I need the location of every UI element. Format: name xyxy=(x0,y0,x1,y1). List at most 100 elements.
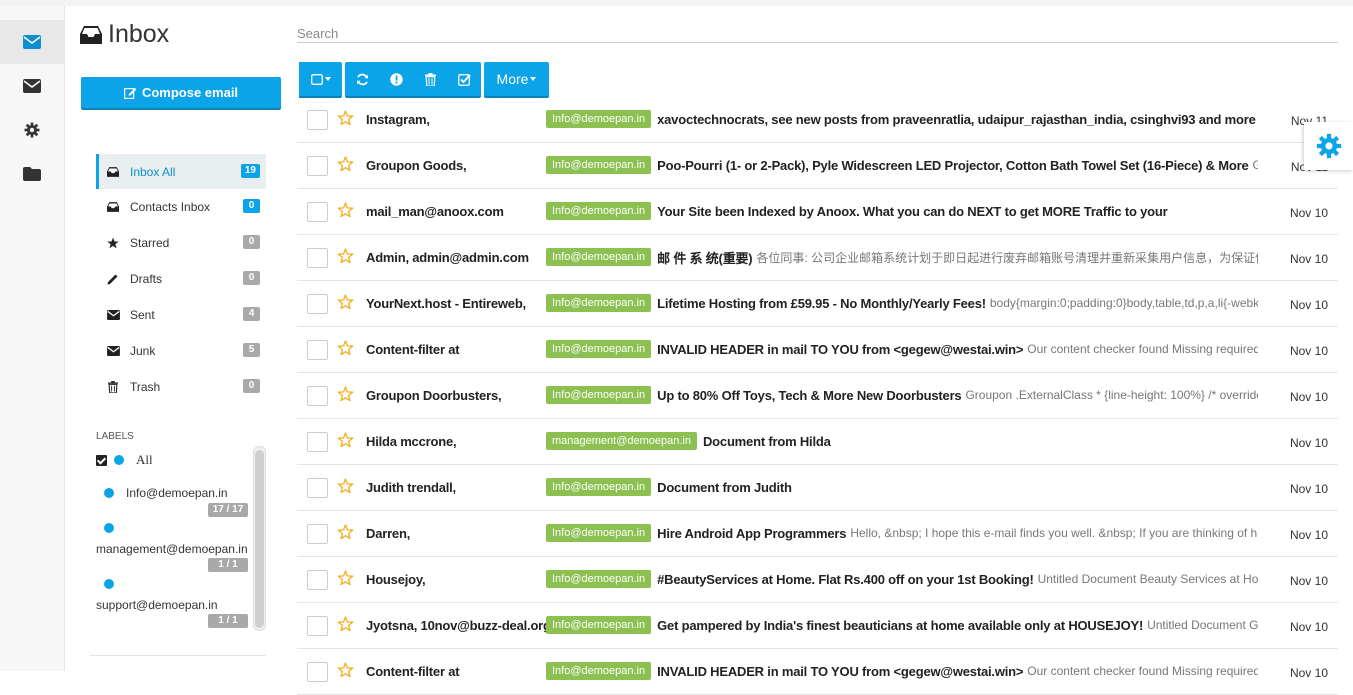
folder-label: Drafts xyxy=(130,272,163,286)
folder-item-sent[interactable]: Sent 4 xyxy=(96,297,266,333)
row-checkbox[interactable] xyxy=(307,570,328,590)
select-dropdown-button[interactable] xyxy=(299,62,342,96)
label-item[interactable]: Info@demoepan.in 17 / 17 xyxy=(96,486,248,524)
folder-count-badge: 4 xyxy=(243,307,260,321)
email-content: Info@demoepan.in Hire Android App Program… xyxy=(546,522,1258,544)
row-checkbox[interactable] xyxy=(307,156,328,176)
compose-email-button[interactable]: Compose email xyxy=(81,77,281,108)
rail-mail-button[interactable] xyxy=(0,20,64,64)
row-checkbox[interactable] xyxy=(307,616,328,636)
folder-item-inbox-all[interactable]: Inbox All 19 xyxy=(96,154,266,189)
inbox-icon xyxy=(106,166,120,177)
row-checkbox[interactable] xyxy=(307,432,328,452)
caret-down-icon xyxy=(324,77,331,81)
email-row[interactable]: Judith trendall, Info@demoepan.in Document… xyxy=(297,465,1338,511)
star-icon[interactable] xyxy=(337,570,354,591)
email-row[interactable]: mail_man@anoox.com Info@demoepan.in Your S… xyxy=(297,189,1338,235)
star-icon[interactable] xyxy=(337,616,354,637)
email-sender: Hilda mccrone, xyxy=(366,434,457,449)
email-row[interactable]: Housejoy, Info@demoepan.in #BeautyServices… xyxy=(297,557,1338,603)
row-checkbox[interactable] xyxy=(307,524,328,544)
email-row[interactable]: Content-filter at Info@demoepan.in INVALID… xyxy=(297,327,1338,373)
row-checkbox[interactable] xyxy=(307,294,328,314)
email-label-tag: Info@demoepan.in xyxy=(546,202,652,220)
email-row[interactable]: Jyotsna, 10nov@buzz-deal.org Info@demoepa… xyxy=(297,603,1338,649)
star-icon[interactable] xyxy=(337,432,354,453)
row-checkbox[interactable] xyxy=(307,248,328,268)
check-square-icon xyxy=(457,73,471,86)
row-checkbox[interactable] xyxy=(307,386,328,406)
star-icon xyxy=(106,237,120,249)
email-row[interactable]: Groupon Goods, Info@demoepan.in Poo-Pourri… xyxy=(297,143,1338,189)
actions-group xyxy=(345,62,481,96)
folder-icon xyxy=(23,167,41,181)
email-date: Nov 10 xyxy=(1289,252,1328,266)
email-row[interactable]: YourNext.host - Entireweb, Info@demoepan.… xyxy=(297,281,1338,327)
more-dropdown-button[interactable]: More xyxy=(484,62,549,96)
row-checkbox[interactable] xyxy=(307,202,328,222)
star-icon[interactable] xyxy=(337,202,354,223)
email-content: Info@demoepan.in xavoctechnocrats, see ne… xyxy=(546,108,1258,130)
email-label-tag: Info@demoepan.in xyxy=(546,294,652,312)
email-row[interactable]: Instagram, Info@demoepan.in xavoctechnocra… xyxy=(297,97,1338,143)
gear-icon xyxy=(24,122,40,138)
email-date: Nov 10 xyxy=(1289,574,1328,588)
email-row[interactable]: Groupon Doorbusters, Info@demoepan.in Up t… xyxy=(297,373,1338,419)
email-subject: Hire Android App Programmers xyxy=(657,525,847,541)
folder-item-contacts-inbox[interactable]: Contacts Inbox 0 xyxy=(96,189,266,225)
labels-scrollbar[interactable] xyxy=(253,446,266,631)
star-icon[interactable] xyxy=(337,524,354,545)
row-checkbox[interactable] xyxy=(307,110,328,130)
email-subject: Your Site been Indexed by Anoox. What yo… xyxy=(657,203,1168,219)
search-input[interactable] xyxy=(297,25,1338,43)
rail-folder-button[interactable] xyxy=(0,152,64,196)
star-icon[interactable] xyxy=(337,386,354,407)
settings-float-button[interactable] xyxy=(1304,122,1353,170)
email-row[interactable]: Admin, admin@admin.com Info@demoepan.in 邮 … xyxy=(297,235,1338,281)
email-preview: Groupon @ xyxy=(1252,158,1259,172)
checkbox-checked-icon[interactable] xyxy=(96,454,107,466)
star-icon[interactable] xyxy=(337,662,354,683)
star-icon[interactable] xyxy=(337,478,354,499)
star-icon[interactable] xyxy=(337,156,354,177)
email-row[interactable]: Content-filter at Info@demoepan.in INVALID… xyxy=(297,649,1338,695)
compose-email-label: Compose email xyxy=(141,85,239,100)
folder-item-drafts[interactable]: Drafts 0 xyxy=(96,261,266,297)
folder-item-junk[interactable]: Junk 5 xyxy=(96,333,266,369)
rail-messages-button[interactable] xyxy=(0,64,64,108)
mark-read-button[interactable] xyxy=(447,62,481,96)
edit-icon xyxy=(123,87,137,99)
delete-button[interactable] xyxy=(413,62,447,96)
labels-header: LABELS xyxy=(96,431,134,442)
email-preview: Our content checker found Missing requir… xyxy=(1027,342,1258,356)
email-content: Info@demoepan.in Lifetime Hosting from £5… xyxy=(546,292,1258,314)
email-subject: Poo-Pourri (1- or 2-Pack), Pyle Widescre… xyxy=(657,157,1249,173)
star-icon[interactable] xyxy=(337,294,354,315)
report-spam-button[interactable] xyxy=(379,62,413,96)
email-content: Info@demoepan.in #BeautyServices at Home.… xyxy=(546,568,1258,590)
row-checkbox[interactable] xyxy=(307,662,328,682)
scrollbar-thumb[interactable] xyxy=(255,450,264,628)
folder-count-badge: 0 xyxy=(243,271,260,285)
page-title: Inbox xyxy=(80,20,169,49)
email-row[interactable]: Hilda mccrone, management@demoepan.in Docu… xyxy=(297,419,1338,465)
refresh-button[interactable] xyxy=(345,62,379,96)
main-panel: More Instagram, Info@demoepan.in xavoctech… xyxy=(290,6,1353,695)
label-item[interactable]: support@demoepan.in 1 / 1 xyxy=(96,577,248,628)
rail-settings-button[interactable] xyxy=(0,108,64,152)
star-icon[interactable] xyxy=(337,340,354,361)
folder-label: Starred xyxy=(130,236,170,250)
label-all-filter[interactable]: All xyxy=(96,452,153,468)
label-name: Info@demoepan.in xyxy=(126,486,228,500)
star-icon[interactable] xyxy=(337,248,354,269)
row-checkbox[interactable] xyxy=(307,478,328,498)
row-checkbox[interactable] xyxy=(307,340,328,360)
label-item[interactable]: management@demoepan.in 1 / 1 xyxy=(96,521,248,572)
email-row[interactable]: Darren, Info@demoepan.in Hire Android App … xyxy=(297,511,1338,557)
email-subject: Lifetime Hosting from £59.95 - No Monthl… xyxy=(657,295,986,311)
folder-item-starred[interactable]: Starred 0 xyxy=(96,225,266,261)
folder-item-trash[interactable]: Trash 0 xyxy=(96,369,266,405)
email-preview: 各位同事: 公司企业邮箱系统计划于即日起进行废弃邮箱账号清理并重新采集用户信息，… xyxy=(756,250,1258,265)
folder-label: Inbox All xyxy=(130,164,176,179)
star-icon[interactable] xyxy=(337,110,354,131)
